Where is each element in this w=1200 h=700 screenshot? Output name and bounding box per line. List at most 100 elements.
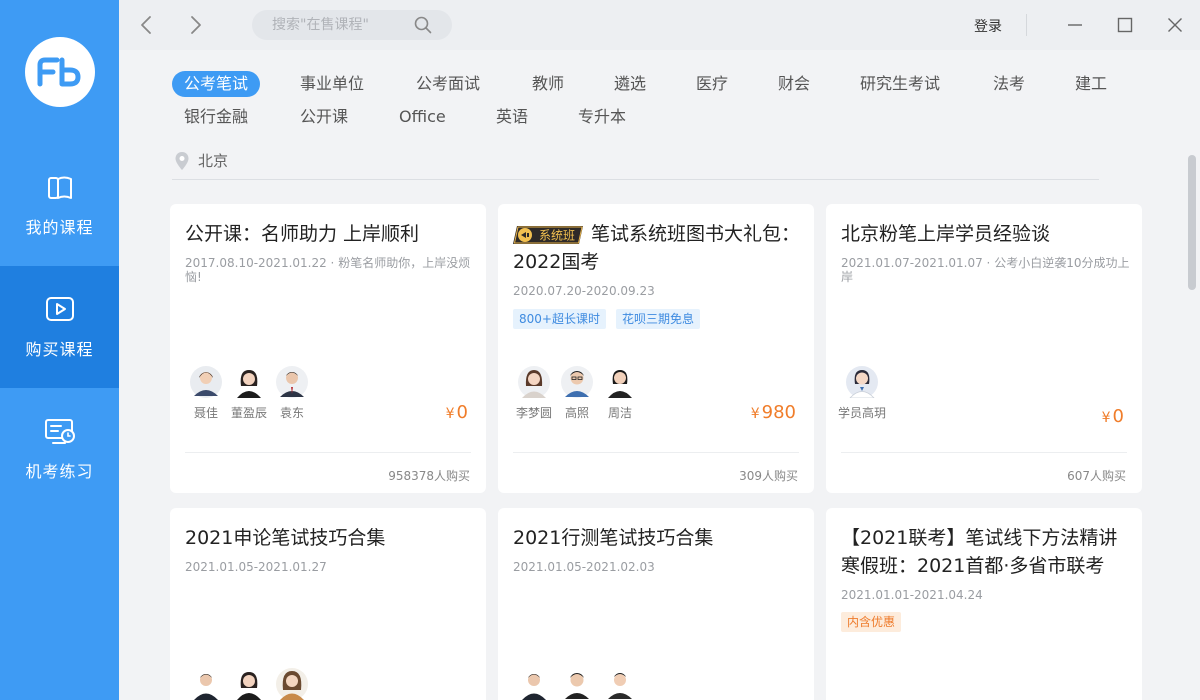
teacher: 高照: [559, 366, 595, 421]
avatar: [561, 668, 593, 700]
close-icon[interactable]: [1164, 14, 1186, 36]
tab-yanjiusheng[interactable]: 研究生考试: [860, 71, 940, 97]
teacher: [231, 668, 267, 700]
course-card[interactable]: 系统班 笔试系统班图书大礼包：2022国考 2020.07.20-2020.09…: [498, 204, 814, 493]
fb-logo-icon: [37, 57, 81, 87]
tab-caikuai[interactable]: 财会: [778, 71, 810, 97]
divider: [172, 179, 1099, 180]
teacher: 聂佳: [188, 366, 224, 421]
course-title: 公开课：名师助力 上岸顺利: [185, 223, 420, 245]
location-selector[interactable]: 北京: [174, 150, 228, 171]
course-subtitle: 2021.01.05-2021.01.27: [185, 560, 327, 574]
avatar: [846, 366, 878, 398]
course-card[interactable]: 2021申论笔试技巧合集 2021.01.05-2021.01.27: [170, 508, 486, 700]
avatar: [190, 668, 222, 700]
sidebar-item-my-courses[interactable]: 我的课程: [0, 144, 119, 266]
minimize-icon[interactable]: [1064, 14, 1086, 36]
tab-gongkao-bishi[interactable]: 公考笔试: [172, 71, 261, 97]
location-label: 北京: [198, 152, 229, 170]
course-price: ¥980: [750, 402, 796, 423]
sidebar: 我的课程 购买课程 机考练习: [0, 0, 119, 700]
teacher-list: 学员高玥: [838, 366, 887, 421]
sidebar-item-buy-courses[interactable]: 购买课程: [0, 266, 119, 388]
course-title: 2021申论笔试技巧合集: [185, 527, 386, 549]
divider: [1026, 14, 1027, 36]
location-pin-icon: [175, 151, 189, 170]
teacher: 周洁: [602, 366, 638, 421]
monitor-clock-icon: [44, 419, 75, 444]
buyer-count: 309人购买: [739, 469, 798, 483]
avatar: [276, 668, 308, 700]
course-card[interactable]: 2021行测笔试技巧合集 2021.01.05-2021.02.03: [498, 508, 814, 700]
tab-fakao[interactable]: 法考: [993, 71, 1025, 97]
system-class-badge: 系统班: [513, 225, 583, 244]
tab-gongkaike[interactable]: 公开课: [300, 104, 348, 130]
login-button[interactable]: 登录: [974, 16, 1002, 36]
teacher: 学员高玥: [838, 366, 886, 421]
tab-zhuanshengben[interactable]: 专升本: [578, 104, 626, 130]
divider: [185, 452, 471, 453]
avatar: [518, 366, 550, 398]
tab-office[interactable]: Office: [399, 104, 446, 130]
sidebar-item-exam-practice[interactable]: 机考练习: [0, 388, 119, 510]
teacher: 李梦圆: [516, 366, 552, 421]
app-logo: [25, 37, 95, 107]
teacher: 董盈辰: [231, 366, 267, 421]
teacher-list: [188, 668, 317, 700]
course-subtitle: 2021.01.05-2021.02.03: [513, 560, 655, 574]
tab-jiaoshi[interactable]: 教师: [532, 71, 564, 97]
forward-arrow-icon[interactable]: [183, 13, 207, 37]
teacher: [559, 668, 595, 700]
play-icon: [45, 297, 74, 321]
course-card[interactable]: 【2021联考】笔试线下方法精讲寒假班：2021首都·多省市联考 2021.01…: [826, 508, 1142, 700]
buyer-count: 958378人购买: [388, 469, 470, 483]
avatar: [604, 366, 636, 398]
divider: [841, 452, 1127, 453]
back-arrow-icon[interactable]: [135, 13, 159, 37]
search-input[interactable]: [272, 10, 412, 40]
divider: [513, 452, 799, 453]
course-subtitle: 2021.01.07-2021.01.07 · 公考小白逆袭10分成功上岸: [841, 256, 1130, 284]
tag-list: 800+超长课时 花呗三期免息: [513, 309, 710, 329]
avatar: [604, 668, 636, 700]
avatar: [190, 366, 222, 398]
teacher-list: 聂佳 董盈辰 袁东: [188, 366, 317, 421]
sidebar-item-label: 购买课程: [25, 340, 94, 359]
badge-text: 系统班: [539, 228, 575, 242]
course-title: 2021行测笔试技巧合集: [513, 527, 714, 549]
sidebar-item-label: 机考练习: [25, 462, 94, 481]
avatar: [276, 366, 308, 398]
course-card[interactable]: 公开课：名师助力 上岸顺利 2017.08.10-2021.01.22 · 粉笔…: [170, 204, 486, 493]
tab-shiye-danwei[interactable]: 事业单位: [300, 71, 364, 97]
top-bar: 登录: [119, 0, 1200, 50]
tab-jiangong[interactable]: 建工: [1075, 71, 1107, 97]
course-tag: 内含优惠: [841, 612, 902, 632]
teacher: 袁东: [274, 366, 310, 421]
tab-yinhang-jinrong[interactable]: 银行金融: [184, 104, 248, 130]
course-title: 系统班 笔试系统班图书大礼包：2022国考: [513, 223, 801, 273]
avatar: [233, 668, 265, 700]
tab-gongkao-mianshi[interactable]: 公考面试: [416, 71, 480, 97]
main-content: 公考笔试 事业单位 公考面试 教师 遴选 医疗 财会 研究生考试 法考 建工 银…: [119, 50, 1200, 700]
search-icon[interactable]: [414, 16, 432, 34]
course-subtitle: 2021.01.01-2021.04.24: [841, 588, 983, 602]
avatar: [561, 366, 593, 398]
course-card[interactable]: 北京粉笔上岸学员经验谈 2021.01.07-2021.01.07 · 公考小白…: [826, 204, 1142, 493]
course-title: 【2021联考】笔试线下方法精讲寒假班：2021首都·多省市联考: [841, 527, 1118, 577]
tab-yingyu[interactable]: 英语: [496, 104, 528, 130]
book-icon: [47, 176, 72, 199]
scrollbar-thumb[interactable]: [1188, 155, 1196, 290]
course-subtitle: 2020.07.20-2020.09.23: [513, 284, 655, 298]
avatar: [518, 668, 550, 700]
teacher: [188, 668, 224, 700]
maximize-icon[interactable]: [1114, 14, 1136, 36]
teacher: [516, 668, 552, 700]
search-box[interactable]: [252, 10, 452, 40]
course-price: ¥0: [445, 402, 468, 423]
course-subtitle: 2017.08.10-2021.01.22 · 粉笔名师助你，上岸没烦恼!: [185, 256, 471, 284]
tab-linxuan[interactable]: 遴选: [614, 71, 646, 97]
course-price: ¥0: [1101, 406, 1124, 427]
sidebar-item-label: 我的课程: [25, 218, 94, 237]
tab-yiliao[interactable]: 医疗: [696, 71, 728, 97]
course-tag: 800+超长课时: [513, 309, 606, 329]
